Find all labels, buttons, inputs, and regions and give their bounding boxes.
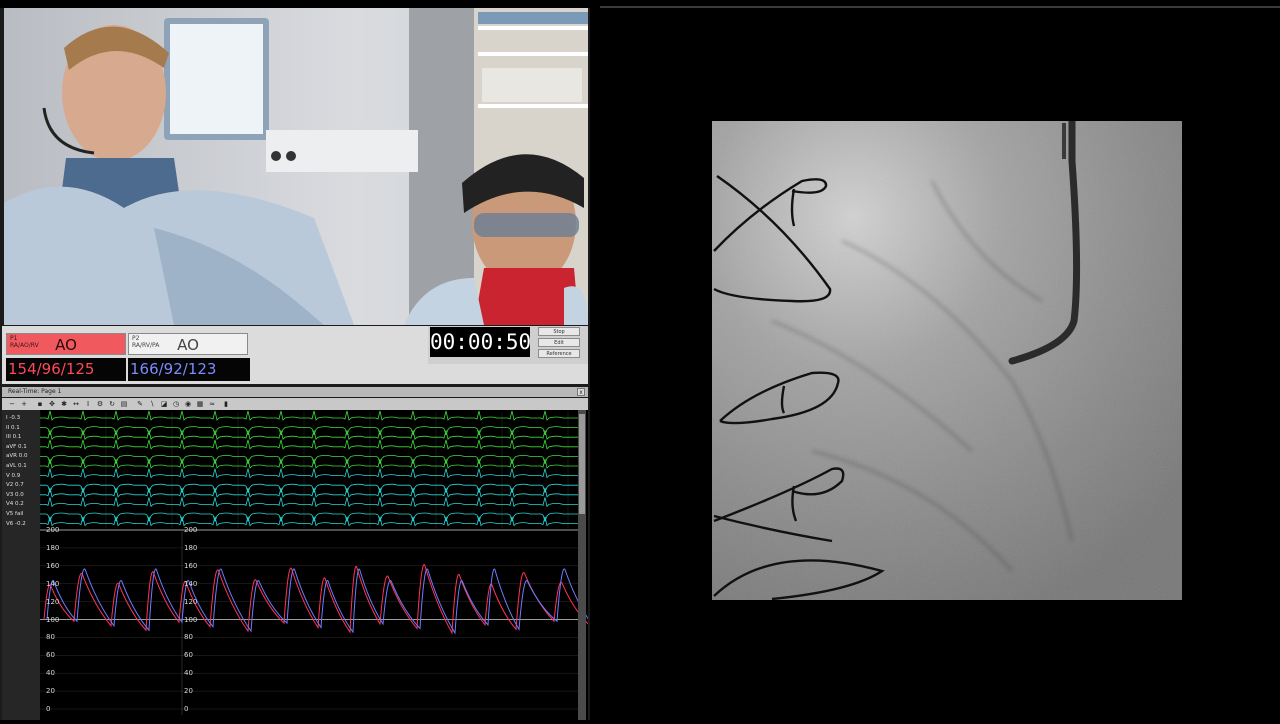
pressure-scale-label: 120 xyxy=(46,597,60,606)
zoom-out-icon[interactable]: − xyxy=(8,400,16,408)
lead-label: I -0.3 xyxy=(6,415,21,421)
stop-button[interactable]: Stop xyxy=(538,327,580,336)
save-icon[interactable]: ▪ xyxy=(36,400,44,408)
refresh-icon[interactable]: ↻ xyxy=(108,400,116,408)
ecg-lead-trace xyxy=(40,483,578,494)
elapsed-timer: 00:00:50 xyxy=(430,327,531,357)
timer-panel: 00:00:50 Stop Edit Reference xyxy=(428,326,588,364)
pressure-scale-inner-label: 160 xyxy=(184,561,198,570)
close-icon[interactable]: x xyxy=(577,388,585,396)
pressure-channel-1-label[interactable]: P1 RA/AO/RV AO xyxy=(6,333,126,355)
ecg-scale-top-label: 200 xyxy=(46,526,60,534)
realtime-window-titlebar: Real-Time: Page 1 x xyxy=(2,387,588,397)
lead-label: aVF 0.1 xyxy=(6,443,27,450)
lead-label: II 0.1 xyxy=(6,424,20,431)
angiogram-canvas xyxy=(712,121,1182,600)
reference-button[interactable]: Reference xyxy=(538,349,580,358)
trace-labels-column: I -0.3 II 0.1 III 0.1 aVF 0.1 aVR 0.0 aVL 0.1… xyxy=(2,410,40,720)
pressure-scale-label: 100 xyxy=(46,615,60,624)
pressure-scale-inner-label: 200 xyxy=(184,526,198,534)
pressure-grid xyxy=(40,529,578,715)
pressure-scale-label: 160 xyxy=(46,561,60,570)
lead-label: aVR 0.0 xyxy=(6,453,28,460)
move-icon[interactable]: ✥ xyxy=(48,400,56,408)
pressure-trace-channel-2 xyxy=(46,568,594,635)
lead-label: V 0.9 xyxy=(6,472,21,479)
pressure-scale-inner-label: 80 xyxy=(184,633,193,642)
ecg-lead-trace xyxy=(40,458,578,469)
zoom-in-icon[interactable]: + xyxy=(20,400,28,408)
ecg-lead-trace xyxy=(40,430,578,440)
camera-image xyxy=(4,8,588,325)
waveform-canvas xyxy=(39,410,594,715)
pressure-scale-inner-label: 100 xyxy=(184,615,198,624)
pressure-scale-inner-label: 120 xyxy=(184,597,198,606)
delete-icon[interactable]: ▮ xyxy=(222,400,230,408)
realtime-toolbar: − + ▪ ✥ ✱ ↔ I ⚙ ↻ ▤ ✎ ∖ ◪ ◷ ◉ ▦ ≈ ▮ xyxy=(2,398,588,410)
channel-1-pressure-reading: 154/96/125 xyxy=(6,358,126,381)
ecg-lead-trace xyxy=(40,410,578,421)
print-icon[interactable]: ▤ xyxy=(120,400,128,408)
pressure-scale-inner-label: 140 xyxy=(184,579,198,588)
lead-label: V2 0.7 xyxy=(6,482,24,489)
camera-video-feed xyxy=(4,8,588,325)
pressure-scale-label: 80 xyxy=(46,633,55,642)
pressure-scale-label: 60 xyxy=(46,651,55,660)
ecg-grid xyxy=(39,412,569,528)
top-divider xyxy=(600,6,1280,8)
edit-button[interactable]: Edit xyxy=(538,338,580,347)
ecg-lead-trace xyxy=(40,468,578,479)
pressure-scale-label: 40 xyxy=(46,669,55,678)
pressure-scale-label: 180 xyxy=(46,543,60,552)
channel-2-pressure-reading: 166/92/123 xyxy=(128,358,250,381)
ecg-lead-trace xyxy=(40,439,578,450)
measure-icon[interactable]: ∖ xyxy=(148,400,156,408)
record-icon[interactable]: ◉ xyxy=(184,400,192,408)
ecg-lead-trace xyxy=(40,497,578,508)
ecg-lead-trace xyxy=(40,455,578,465)
pressure-scale-inner-label: 40 xyxy=(184,669,193,678)
coronary-angiogram-image xyxy=(712,121,1182,600)
ecg-traces xyxy=(40,410,578,527)
pen-icon[interactable]: ✎ xyxy=(136,400,144,408)
lead-label: aVL 0.1 xyxy=(6,463,27,469)
grid-icon[interactable]: ▦ xyxy=(196,400,204,408)
channel-2-name: AO xyxy=(177,336,199,354)
pressure-scale-label: 140 xyxy=(46,579,60,588)
ecg-lead-trace xyxy=(40,512,578,523)
caliper-icon[interactable]: ◪ xyxy=(160,400,168,408)
pressure-scale-label: 20 xyxy=(46,687,55,696)
cursor-icon[interactable]: I xyxy=(84,400,92,408)
lead-label: V6 -0.2 xyxy=(6,520,26,527)
pressure-traces xyxy=(43,564,594,635)
waveform-scrollbar-thumb[interactable] xyxy=(579,414,585,514)
ecg-lead-trace xyxy=(40,426,578,436)
gear-icon[interactable]: ⚙ xyxy=(96,400,104,408)
realtime-window-title: Real-Time: Page 1 xyxy=(8,388,62,395)
ecg-lead-trace xyxy=(40,487,578,498)
lead-label: V3 0.0 xyxy=(6,491,24,498)
pressure-scale-inner-label: 180 xyxy=(184,543,198,552)
expand-horizontal-icon[interactable]: ↔ xyxy=(72,400,80,408)
top-strip xyxy=(0,0,590,8)
lead-label: V5 fail xyxy=(6,511,24,517)
pressure-channel-2-label[interactable]: P2 RA/RV/PA AO xyxy=(128,333,248,355)
lead-label: III 0.1 xyxy=(6,434,22,441)
pressure-scale-inner-label: 20 xyxy=(184,687,193,696)
pressure-scale-inner-label: 0 xyxy=(184,705,189,713)
waveform-icon[interactable]: ≈ xyxy=(208,400,216,408)
waveform-display xyxy=(2,410,594,720)
clock-icon[interactable]: ◷ xyxy=(172,400,180,408)
hemodynamic-monitor-header: P1 RA/AO/RV AO P2 RA/RV/PA AO 154/96/125… xyxy=(2,326,588,384)
lead-label: V4 0.2 xyxy=(6,501,24,508)
pressure-scale-label: 0 xyxy=(46,705,51,713)
pressure-scale-inner-label: 60 xyxy=(184,651,193,660)
settings-icon[interactable]: ✱ xyxy=(60,400,68,408)
channel-1-name: AO xyxy=(55,336,77,354)
ecg-lead-trace xyxy=(40,516,578,527)
pressure-trace-channel-1 xyxy=(43,564,591,635)
